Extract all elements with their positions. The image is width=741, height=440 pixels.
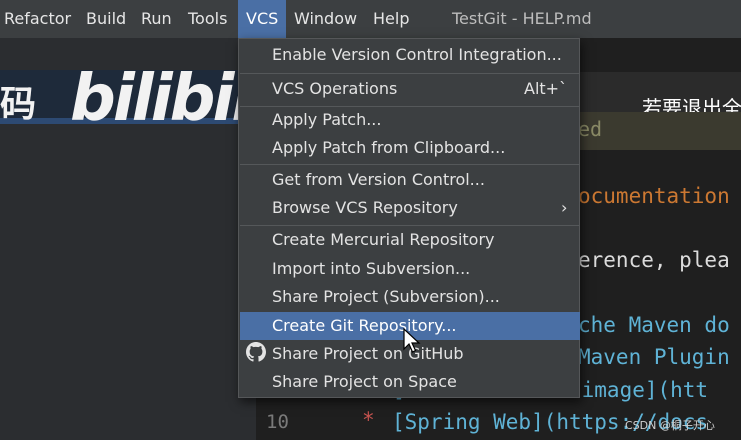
menu-item-vcs-operations[interactable]: VCS Operations bbox=[272, 76, 397, 102]
chevron-right-icon: › bbox=[561, 198, 568, 217]
shortcut-label: Alt+` bbox=[524, 79, 568, 98]
menu-separator bbox=[240, 225, 580, 226]
menu-run[interactable]: Run bbox=[141, 0, 172, 38]
menu-item-create-mercurial[interactable]: Create Mercurial Repository bbox=[272, 227, 495, 253]
mouse-cursor-icon bbox=[403, 328, 421, 353]
menu-item-apply-patch[interactable]: Apply Patch... bbox=[272, 107, 381, 133]
menu-item-enable-vcs[interactable]: Enable Version Control Integration... bbox=[272, 42, 562, 68]
menu-item-share-subversion[interactable]: Share Project (Subversion)... bbox=[272, 284, 500, 310]
svg-text:bilibili: bilibili bbox=[70, 62, 253, 132]
window-title: TestGit - HELP.md bbox=[452, 9, 592, 28]
menu-window[interactable]: Window bbox=[294, 0, 357, 38]
menu-vcs[interactable]: VCS bbox=[238, 0, 286, 38]
menu-item-apply-patch-clipboard[interactable]: Apply Patch from Clipboard... bbox=[272, 135, 505, 161]
menu-bar: Refactor Build Run Tools VCS Window Help… bbox=[0, 0, 741, 38]
menu-refactor[interactable]: Refactor bbox=[4, 0, 71, 38]
line-number: 10 bbox=[266, 411, 289, 433]
menu-help[interactable]: Help bbox=[373, 0, 409, 38]
menu-tools[interactable]: Tools bbox=[188, 0, 227, 38]
watermark: CSDN @桐子开心 bbox=[625, 419, 715, 432]
code-line: che Maven do bbox=[578, 313, 730, 337]
list-bullet: * bbox=[362, 408, 375, 432]
code-line: ocumentation bbox=[578, 184, 730, 208]
code-line: erence, plea bbox=[578, 248, 730, 272]
menu-item-create-git-repository[interactable]: Create Git Repository... bbox=[272, 313, 457, 339]
menu-item-share-github[interactable]: Share Project on GitHub bbox=[272, 341, 464, 367]
menu-separator bbox=[240, 73, 580, 74]
menu-item-browse-vcs[interactable]: Browse VCS Repository bbox=[272, 195, 458, 221]
github-icon bbox=[246, 342, 266, 362]
code-line: Maven Plugin bbox=[578, 345, 730, 369]
menu-item-get-from-vcs[interactable]: Get from Version Control... bbox=[272, 167, 485, 193]
menu-item-import-subversion[interactable]: Import into Subversion... bbox=[272, 256, 470, 282]
editor-banner-text: ed bbox=[578, 117, 603, 141]
overlay-cjk-text: 码 bbox=[0, 84, 37, 125]
menu-separator bbox=[240, 164, 580, 165]
menu-item-share-space[interactable]: Share Project on Space bbox=[272, 369, 457, 395]
bilibili-logo: bilibili bbox=[70, 62, 253, 132]
menu-build[interactable]: Build bbox=[86, 0, 126, 38]
